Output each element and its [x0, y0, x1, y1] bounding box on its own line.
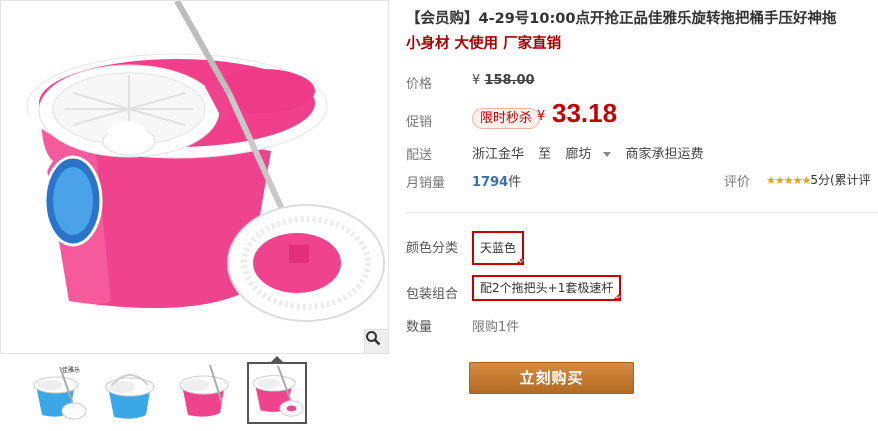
color-option-selected[interactable]: 天蓝色	[472, 231, 525, 265]
ship-to-word: 至	[538, 147, 552, 162]
quantity-label: 数量	[406, 320, 433, 335]
pink-bucket-thumb	[252, 365, 304, 417]
shipping-info: 浙江金华 至 廊坊 商家承担运费	[472, 143, 713, 162]
blue-bucket-thumb	[105, 374, 155, 419]
ship-destination-select[interactable]: 廊坊	[565, 147, 612, 162]
section-divider	[406, 212, 878, 213]
selected-check-icon	[515, 256, 525, 265]
thumbnail-2[interactable]	[101, 362, 161, 424]
ship-from: 浙江金华	[472, 147, 525, 162]
ship-fee-note: 商家承担运费	[625, 147, 704, 162]
original-currency: ¥	[472, 73, 481, 88]
mop-bucket-illustration	[26, 1, 385, 322]
original-price-value: 158.00	[484, 73, 535, 88]
monthly-sales: 1794件	[472, 171, 521, 190]
blue-bucket-thumb: 佳雅乐	[33, 366, 87, 420]
thumbnail-1[interactable]: 佳雅乐	[29, 362, 89, 424]
color-label: 颜色分类	[406, 241, 459, 256]
zoom-button[interactable]	[364, 329, 388, 353]
pink-bucket-thumb	[179, 364, 229, 417]
sales-count: 1794	[472, 175, 509, 190]
rating-text: 5分(累计评	[810, 173, 871, 187]
quantity-limit: 限购1件	[472, 320, 520, 335]
thumbnail-3[interactable]	[175, 362, 235, 424]
main-product-image[interactable]	[0, 0, 389, 354]
current-price: 33.18	[552, 98, 618, 128]
package-option-selected[interactable]: 配2个拖把头+1套极速杆	[472, 275, 622, 301]
rating-label: 评价	[724, 175, 751, 190]
thumb-brand-label: 佳雅乐	[62, 366, 80, 374]
current-currency: ¥	[537, 109, 546, 124]
promo-label: 促销	[406, 115, 433, 130]
price-label: 价格	[406, 77, 433, 92]
selected-check-icon	[612, 292, 622, 301]
ship-destination: 廊坊	[565, 147, 592, 162]
price-info-box: 价格 ¥ 158.00 促销 限时秒杀 ¥ 33.18 配送 浙江金华 至 廊坊…	[406, 64, 878, 196]
product-subtitle: 小身材 大使用 厂家直销	[406, 36, 562, 52]
package-option-text: 配2个拖把头+1套极速杆	[480, 281, 614, 295]
rating-link[interactable]: ★★★★★5分(累计评	[766, 171, 871, 188]
sales-label: 月销量	[406, 176, 446, 191]
magnifier-icon	[366, 331, 381, 346]
shipping-label: 配送	[406, 148, 433, 163]
sales-unit: 件	[508, 175, 522, 190]
product-title: 【会员购】4-29号10:00点开抢正品佳雅乐旋转拖把桶手压好神拖	[406, 11, 837, 27]
color-option-text: 天蓝色	[480, 241, 517, 255]
star-rating-icon: ★★★★★	[766, 174, 811, 187]
package-label: 包装组合	[406, 287, 459, 302]
chevron-down-icon	[603, 152, 612, 157]
original-price: ¥ 158.00	[472, 73, 535, 88]
thumbnail-4[interactable]	[247, 362, 307, 424]
promo-tag: 限时秒杀	[472, 108, 541, 129]
buy-now-button[interactable]: 立刻购买	[469, 362, 634, 394]
